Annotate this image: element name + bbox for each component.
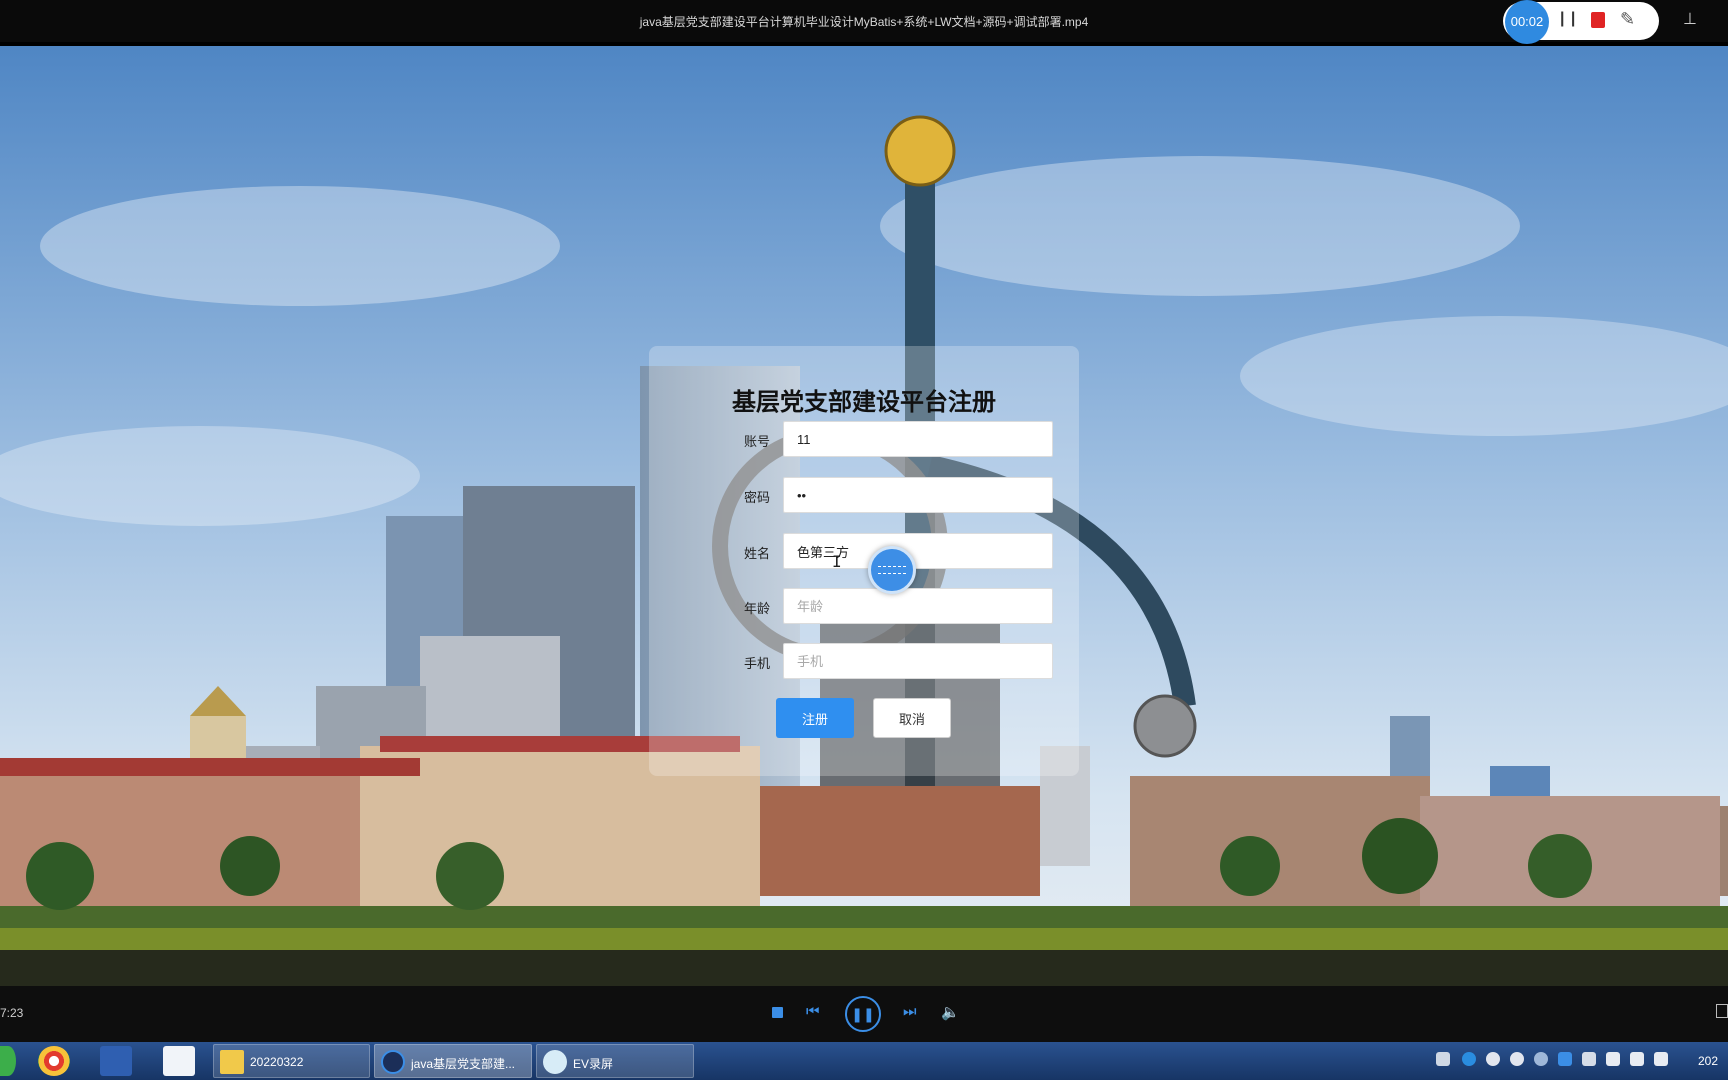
baidu-netdisk-icon[interactable] <box>163 1046 195 1076</box>
chrome-icon[interactable] <box>38 1046 70 1076</box>
tray-app-icon[interactable] <box>1462 1052 1476 1066</box>
taskbar-task-video[interactable]: java基层党支部建... <box>374 1044 532 1078</box>
player-controls: 7:23 ⏮ ❚❚ ⏭ 🔈 <box>0 986 1728 1042</box>
task-label: java基层党支部建... <box>411 1057 516 1071</box>
pause-icon[interactable]: ❚❚ <box>845 996 881 1032</box>
name-label: 姓名 <box>744 546 771 561</box>
notification-icon[interactable] <box>1654 1052 1668 1066</box>
account-row: 账号 <box>649 421 1079 457</box>
task-label: 20220322 <box>250 1055 304 1069</box>
word-icon[interactable] <box>100 1046 132 1076</box>
recorder-pause-icon[interactable]: | | <box>1560 10 1576 28</box>
stop-icon[interactable] <box>772 1007 783 1018</box>
password-row: 密码 <box>649 477 1079 513</box>
taskbar: 20220322 java基层党支部建... EV录屏 202 <box>0 1042 1728 1080</box>
phone-label: 手机 <box>744 656 771 671</box>
speaker-icon[interactable] <box>1606 1052 1620 1066</box>
previous-icon[interactable]: ⏮ <box>806 1003 820 1020</box>
register-button[interactable]: 注册 <box>776 698 854 738</box>
phone-row: 手机 <box>649 643 1079 679</box>
volume-icon[interactable]: 🔈 <box>941 1003 960 1021</box>
ev-recorder-icon <box>543 1050 567 1074</box>
phone-input[interactable] <box>783 643 1053 679</box>
network-icon[interactable] <box>1630 1052 1644 1066</box>
password-input[interactable] <box>783 477 1053 513</box>
recorder-timer: 00:02 <box>1505 0 1549 44</box>
password-label: 密码 <box>744 490 771 505</box>
tray-app-icon[interactable] <box>1534 1052 1548 1066</box>
tray-app-icon[interactable] <box>1558 1052 1572 1066</box>
player-titlebar: java基层党支部建设平台计算机毕业设计MyBatis+系统+LW文档+源码+调… <box>0 0 1728 42</box>
mouse-cursor-highlight-icon <box>868 546 916 594</box>
keyboard-icon[interactable] <box>1436 1052 1450 1066</box>
page-title: 基层党支部建设平台注册 <box>732 389 996 416</box>
taskbar-task-folder[interactable]: 20220322 <box>213 1044 370 1078</box>
name-input[interactable] <box>783 533 1053 569</box>
pin-icon[interactable]: ⊥ <box>1683 9 1697 29</box>
next-icon[interactable]: ⏭ <box>903 1003 917 1020</box>
account-label: 账号 <box>744 434 771 449</box>
fullscreen-icon[interactable] <box>1716 1004 1728 1018</box>
tray-app-icon[interactable] <box>1582 1052 1596 1066</box>
video-player-icon <box>381 1050 405 1074</box>
text-cursor-icon: I <box>832 552 842 571</box>
task-label: EV录屏 <box>573 1057 614 1071</box>
tray-app-icon[interactable] <box>1486 1052 1500 1066</box>
age-input[interactable] <box>783 588 1053 624</box>
clock[interactable]: 202 <box>1698 1054 1718 1068</box>
video-frame: 基层党支部建设平台注册 账号 密码 姓名 年龄 手机 注册 取消 I <box>0 46 1728 986</box>
elapsed-time: 7:23 <box>0 1006 24 1020</box>
age-row: 年龄 <box>649 588 1079 624</box>
folder-icon <box>220 1050 244 1074</box>
app-icon-partial[interactable] <box>0 1046 16 1076</box>
cancel-button[interactable]: 取消 <box>873 698 951 738</box>
pen-icon[interactable]: ✎ <box>1620 9 1635 30</box>
account-input[interactable] <box>783 421 1053 457</box>
tray-app-icon[interactable] <box>1510 1052 1524 1066</box>
name-row: 姓名 <box>649 533 1079 569</box>
taskbar-task-ev-recorder[interactable]: EV录屏 <box>536 1044 694 1078</box>
system-tray <box>1436 1052 1676 1070</box>
register-card: 基层党支部建设平台注册 账号 密码 姓名 年龄 手机 注册 取消 <box>649 346 1079 776</box>
recorder-stop-icon[interactable] <box>1591 12 1605 28</box>
video-file-title: java基层党支部建设平台计算机毕业设计MyBatis+系统+LW文档+源码+调… <box>639 15 1089 29</box>
age-label: 年龄 <box>744 601 771 616</box>
